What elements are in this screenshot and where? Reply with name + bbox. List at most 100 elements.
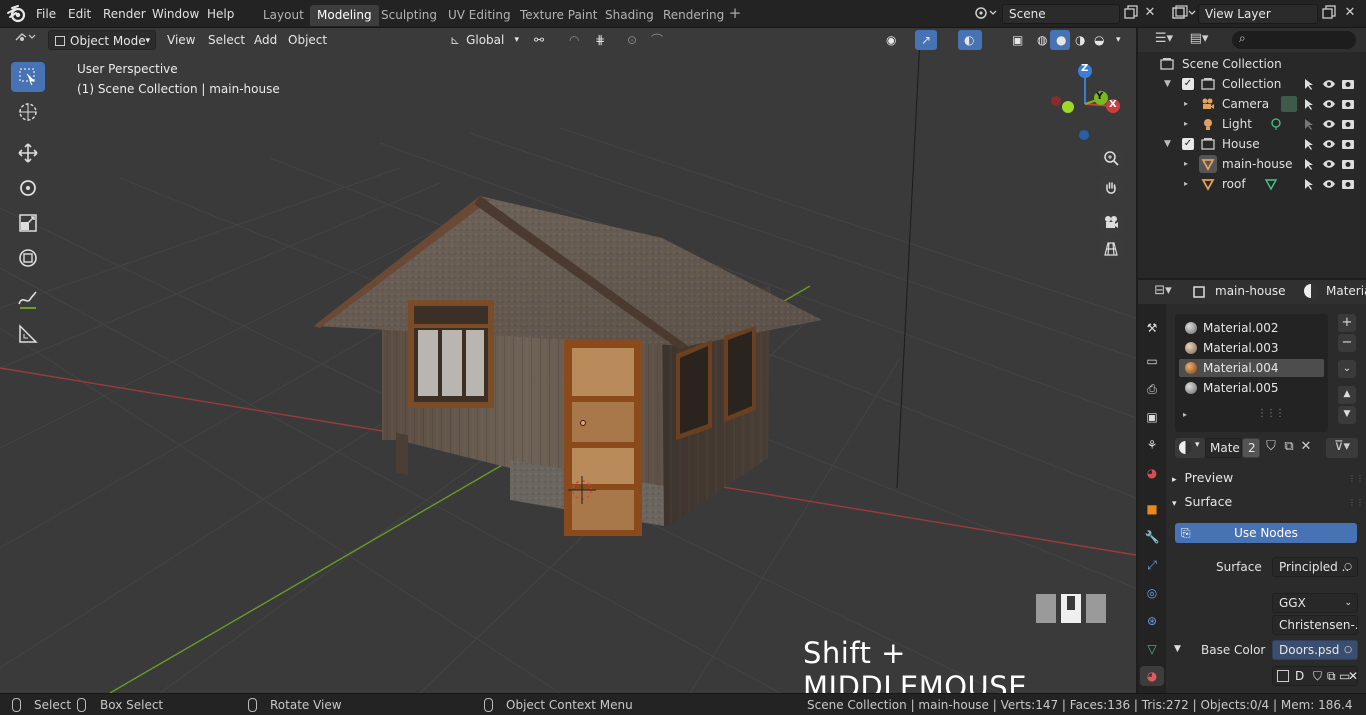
- add-material-slot-button[interactable]: +: [1338, 314, 1356, 332]
- tab-view-layer-icon[interactable]: ▣: [1142, 407, 1162, 427]
- scene-name-field[interactable]: Scene: [1002, 4, 1120, 24]
- view-layer-field[interactable]: View Layer: [1198, 4, 1318, 24]
- menu-edit[interactable]: Edit: [68, 0, 91, 28]
- tab-texture-paint[interactable]: Texture Paint: [513, 5, 604, 26]
- exclude-checkbox[interactable]: ✓: [1182, 138, 1194, 150]
- use-nodes-button[interactable]: ⎘ Use Nodes: [1175, 523, 1357, 543]
- overlays-toggle-icon[interactable]: ◐: [958, 30, 982, 50]
- eye-icon[interactable]: [1322, 177, 1336, 191]
- render-camera-icon[interactable]: [1341, 97, 1355, 111]
- falloff-icon[interactable]: ⌒: [645, 30, 673, 50]
- tab-object-icon[interactable]: ■: [1142, 499, 1162, 519]
- tab-sculpting[interactable]: Sculpting: [374, 5, 444, 26]
- render-camera-icon[interactable]: [1341, 157, 1355, 171]
- tab-constraints-icon[interactable]: ⊛: [1142, 611, 1162, 631]
- tab-material-icon[interactable]: ◕: [1140, 666, 1164, 686]
- tab-rendering[interactable]: Rendering: [656, 5, 731, 26]
- menu-help[interactable]: Help: [207, 0, 234, 28]
- close-scene-icon[interactable]: ✕: [1142, 4, 1158, 24]
- base-color-texture-field[interactable]: Doors.psd ○: [1272, 640, 1358, 660]
- eye-icon[interactable]: [1322, 97, 1336, 111]
- tab-output-icon[interactable]: ⎙: [1142, 379, 1162, 399]
- menu-window[interactable]: Window: [152, 0, 199, 28]
- render-camera-icon[interactable]: [1341, 77, 1355, 91]
- expand-triangle-icon[interactable]: ▸: [1184, 94, 1188, 114]
- view-layer-browse-icon[interactable]: [1168, 4, 1198, 24]
- outliner-row-collection[interactable]: ▼ ✓ Collection: [1138, 74, 1366, 94]
- link-type-icon[interactable]: ⊽▾: [1326, 438, 1358, 458]
- move-tool-icon[interactable]: [11, 138, 45, 168]
- list-item[interactable]: Material.004: [1179, 359, 1324, 377]
- expand-triangle-icon[interactable]: ▼: [1164, 74, 1171, 94]
- move-slot-down-button[interactable]: ▼: [1338, 406, 1356, 424]
- editor-type-icon[interactable]: [8, 30, 42, 50]
- shading-rendered-icon[interactable]: ◒: [1088, 30, 1108, 50]
- list-item[interactable]: Material.005: [1179, 379, 1324, 397]
- menu-file[interactable]: File: [36, 0, 56, 28]
- subsurface-method-dropdown[interactable]: Christensen-...: [1272, 615, 1358, 635]
- shading-solid-icon[interactable]: ●: [1050, 30, 1070, 50]
- selectable-arrow-icon[interactable]: [1302, 177, 1316, 191]
- panel-surface-header[interactable]: ▾ Surface: [1172, 492, 1232, 512]
- new-scene-icon[interactable]: [1121, 4, 1141, 24]
- selectable-arrow-icon[interactable]: [1302, 137, 1316, 151]
- measure-tool-icon[interactable]: [11, 319, 45, 349]
- duplicate-material-icon[interactable]: ⧉: [1280, 438, 1298, 458]
- tab-particles-icon[interactable]: ⤢: [1142, 555, 1162, 575]
- tab-layout[interactable]: Layout: [256, 5, 311, 26]
- distribution-dropdown[interactable]: GGX ⌄: [1272, 593, 1358, 613]
- panel-drag-handle-icon[interactable]: ⋮⋮: [1348, 474, 1364, 483]
- expand-triangle-icon[interactable]: ▼: [1164, 134, 1171, 154]
- tab-modeling[interactable]: Modeling: [310, 5, 379, 26]
- menu-view[interactable]: View: [162, 30, 200, 50]
- render-camera-icon[interactable]: [1341, 117, 1355, 131]
- tab-tool-icon[interactable]: ⚒: [1142, 318, 1162, 338]
- material-specials-button[interactable]: ⌄: [1338, 360, 1356, 378]
- eye-icon[interactable]: [1322, 77, 1336, 91]
- outliner-row-camera[interactable]: ▸ Camera: [1138, 94, 1366, 114]
- select-box-tool-icon[interactable]: [11, 62, 45, 92]
- remove-material-slot-button[interactable]: −: [1338, 334, 1356, 352]
- camera-data-icon[interactable]: [1281, 96, 1297, 112]
- annotate-tool-icon[interactable]: [11, 284, 45, 314]
- snap-icon[interactable]: ◠: [563, 30, 585, 50]
- expand-triangle-icon[interactable]: ▸: [1184, 154, 1188, 174]
- menu-add[interactable]: Add: [249, 30, 282, 50]
- scene-browse-icon[interactable]: [970, 4, 1000, 24]
- 3d-viewport[interactable]: Z Y X Object Mode ▾ View Select Add Objec…: [0, 28, 1136, 693]
- material-slot-list[interactable]: Material.002 Material.003 Material.004 M…: [1175, 314, 1328, 432]
- expand-triangle-icon[interactable]: ▸: [1184, 114, 1188, 134]
- object-mode-dropdown[interactable]: Object Mode ▾: [48, 30, 156, 50]
- render-camera-icon[interactable]: [1341, 177, 1355, 191]
- properties-editor-type-icon[interactable]: ⊟▾: [1148, 282, 1178, 302]
- outliner-row-house[interactable]: ▼ ✓ House: [1138, 134, 1366, 154]
- selectable-arrow-icon[interactable]: [1302, 117, 1316, 131]
- outliner-row-main-house[interactable]: ▸ main-house: [1138, 154, 1366, 174]
- add-workspace-button[interactable]: +: [727, 6, 743, 22]
- cursor-tool-icon[interactable]: [11, 97, 45, 127]
- pan-hand-icon[interactable]: [1098, 175, 1124, 201]
- close-view-layer-icon[interactable]: ✕: [1342, 4, 1358, 24]
- visibility-icon[interactable]: ◉: [880, 30, 912, 50]
- panel-drag-handle-icon[interactable]: ⋮⋮: [1348, 498, 1364, 507]
- tab-scene-icon[interactable]: ⚘: [1142, 435, 1162, 455]
- outliner-editor-type-icon[interactable]: ☰▾: [1148, 30, 1180, 50]
- expand-triangle-icon[interactable]: ▼: [1174, 644, 1181, 654]
- eye-icon[interactable]: [1322, 157, 1336, 171]
- material-browse-button[interactable]: ▾: [1175, 438, 1205, 458]
- scale-tool-icon[interactable]: [11, 208, 45, 238]
- tab-shading[interactable]: Shading: [598, 5, 661, 26]
- outliner-root[interactable]: Scene Collection: [1138, 54, 1366, 74]
- unlink-material-icon[interactable]: ✕: [1298, 438, 1314, 458]
- transform-tool-icon[interactable]: [11, 243, 45, 273]
- eye-icon[interactable]: [1322, 137, 1336, 151]
- outliner-row-roof[interactable]: ▸ roof: [1138, 174, 1366, 194]
- rotate-tool-icon[interactable]: [11, 173, 45, 203]
- menu-select[interactable]: Select: [203, 30, 250, 50]
- menu-render[interactable]: Render: [103, 0, 146, 28]
- snap-target-icon[interactable]: ⋕: [589, 30, 617, 50]
- shading-wireframe-icon[interactable]: ◍: [1031, 30, 1051, 50]
- render-camera-icon[interactable]: [1341, 137, 1355, 151]
- expand-triangle-icon[interactable]: ▸: [1184, 174, 1188, 194]
- list-expand-icon[interactable]: ▸: [1183, 410, 1187, 419]
